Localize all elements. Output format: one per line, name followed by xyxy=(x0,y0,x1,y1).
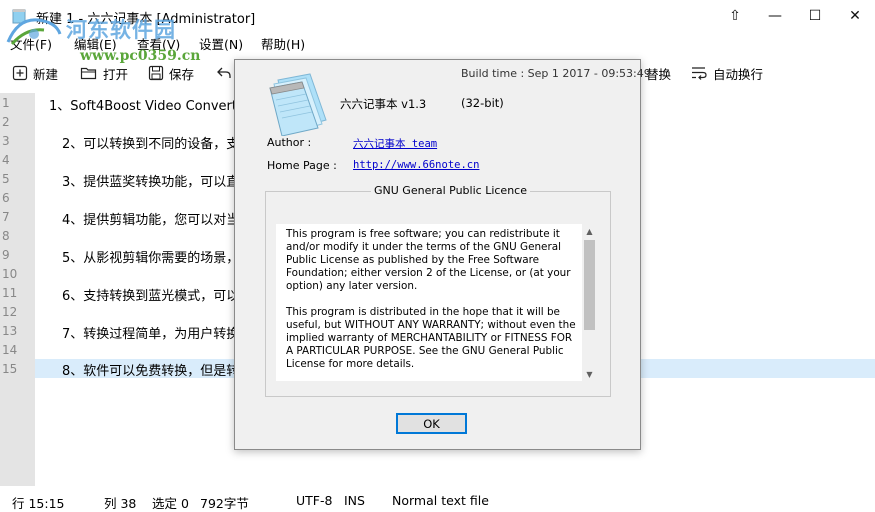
byte-count: 792字节 xyxy=(200,496,249,511)
line-number: 5 xyxy=(2,172,10,186)
menu-help[interactable]: 帮助(H) xyxy=(261,34,305,53)
watermark-title: 河东软件园 xyxy=(66,17,176,42)
word-wrap-label: 自动换行 xyxy=(713,66,764,82)
homepage-label: Home Page : xyxy=(267,159,337,172)
licence-text-box[interactable]: This program is free software; you can r… xyxy=(276,224,597,381)
licence-text: This program is free software; you can r… xyxy=(286,228,582,384)
word-wrap-icon xyxy=(692,67,707,80)
line-number: 15 xyxy=(2,362,18,376)
plus-square-icon xyxy=(12,65,28,81)
line-number: 8 xyxy=(2,229,10,243)
author-link[interactable]: 六六记事本 team xyxy=(353,136,437,151)
scrollbar-thumb[interactable] xyxy=(584,240,595,330)
homepage-link[interactable]: http://www.66note.cn xyxy=(353,159,479,171)
word-wrap-button[interactable]: 自动换行 xyxy=(690,62,763,84)
line-number: 2 xyxy=(2,115,10,129)
licence-title: GNU General Public Licence xyxy=(371,184,530,197)
app-architecture: (32-bit) xyxy=(461,96,504,110)
line-number: 6 xyxy=(2,191,10,205)
new-button[interactable]: 新建 xyxy=(12,62,58,84)
undo-icon xyxy=(217,67,231,78)
line-number: 13 xyxy=(2,324,18,338)
editor-line-text: 2、可以转换到不同的设备，支 xyxy=(62,137,240,151)
scroll-down-icon[interactable]: ▼ xyxy=(582,367,597,381)
save-button[interactable]: 保存 xyxy=(148,62,194,84)
scroll-up-icon[interactable]: ▲ xyxy=(582,224,597,238)
open-button[interactable]: 打开 xyxy=(80,62,128,84)
status-bar: 行 15:15 列 38 选定 0 792字节 UTF-8 INS Normal… xyxy=(0,488,875,512)
pin-button[interactable]: ⇧ xyxy=(715,0,755,32)
watermark-logo xyxy=(6,18,62,46)
minimize-button[interactable]: — xyxy=(755,0,795,32)
folder-icon xyxy=(80,67,97,80)
licence-paragraph: This program is free software; you can r… xyxy=(286,228,571,292)
insert-mode-indicator[interactable]: INS xyxy=(344,493,365,508)
editor-line-text: 7、转换过程简单，为用户转换 xyxy=(62,327,240,341)
editor-line-text: 5、从影视剪辑你需要的场景， xyxy=(62,251,240,265)
file-type-indicator[interactable]: Normal text file xyxy=(392,493,489,508)
line-number: 9 xyxy=(2,248,10,262)
app-name-version: 六六记事本 v1.3 xyxy=(340,97,427,111)
editor-line-text: 1、Soft4Boost Video Converte xyxy=(49,99,245,113)
editor-line-text: 4、提供剪辑功能，您可以对当 xyxy=(62,213,240,227)
author-label: Author : xyxy=(267,136,312,149)
notepad-window: 新建 1 - 六六记事本 [Administrator] ⇧ — ☐ ✕ 文件(… xyxy=(0,0,875,512)
licence-paragraph: This program is distributed in the hope … xyxy=(286,306,576,370)
menu-settings[interactable]: 设置(N) xyxy=(199,34,243,53)
line-number: 12 xyxy=(2,305,18,319)
line-number: 11 xyxy=(2,286,18,300)
editor-line-text: 8、软件可以免费转换，但是转 xyxy=(62,364,240,378)
ok-button[interactable]: OK xyxy=(396,413,467,434)
line-number: 4 xyxy=(2,153,10,167)
notepad-icon xyxy=(269,73,327,136)
maximize-button[interactable]: ☐ xyxy=(795,0,835,32)
build-time: Build time : Sep 1 2017 - 09:53:49 xyxy=(461,67,651,80)
licence-group: GNU General Public Licence This program … xyxy=(265,184,611,397)
selection-count: 选定 0 xyxy=(152,496,189,511)
line-number-gutter: 1 2 3 4 5 6 7 8 9 10 11 12 13 14 15 xyxy=(0,93,35,486)
encoding-indicator[interactable]: UTF-8 xyxy=(296,493,332,508)
licence-scrollbar[interactable]: ▲ ▼ xyxy=(582,224,597,381)
floppy-disk-icon xyxy=(148,65,164,81)
line-number: 14 xyxy=(2,343,18,357)
line-number: 3 xyxy=(2,134,10,148)
about-dialog: Build time : Sep 1 2017 - 09:53:49 六六记事本… xyxy=(234,59,651,450)
undo-button[interactable] xyxy=(216,62,232,84)
line-number: 10 xyxy=(2,267,18,281)
save-label: 保存 xyxy=(169,66,195,82)
column-indicator: 列 38 xyxy=(104,496,137,511)
new-label: 新建 xyxy=(33,66,59,82)
cursor-position: 行 15:15 xyxy=(12,496,65,511)
close-button[interactable]: ✕ xyxy=(835,0,875,32)
editor-line-text: 3、提供蓝奖转换功能，可以直 xyxy=(62,175,240,189)
editor-line-text: 6、支持转换到蓝光模式，可以 xyxy=(62,289,240,303)
open-label: 打开 xyxy=(103,66,129,82)
line-number: 1 xyxy=(2,96,10,110)
line-number: 7 xyxy=(2,210,10,224)
